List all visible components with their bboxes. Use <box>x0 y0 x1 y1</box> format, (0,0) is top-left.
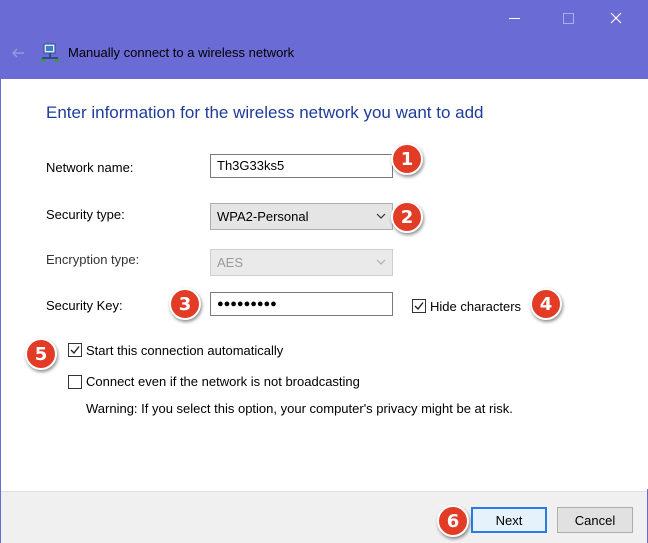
encryption-type-select: AES <box>210 249 393 276</box>
security-type-label: Security type: <box>46 207 125 222</box>
maximize-icon <box>562 12 574 24</box>
security-type-select[interactable]: WPA2-Personal <box>210 203 393 230</box>
marker-6: 6 <box>437 505 469 537</box>
encryption-type-value: AES <box>217 255 244 270</box>
network-name-label: Network name: <box>46 160 134 175</box>
start-automatically-checkbox[interactable] <box>68 343 82 357</box>
privacy-warning: Warning: If you select this option, your… <box>86 401 513 416</box>
connect-not-broadcasting-label[interactable]: Connect even if the network is not broad… <box>86 374 360 389</box>
content-area <box>2 79 648 489</box>
marker-3: 3 <box>169 288 201 320</box>
checkmark-icon <box>70 346 80 355</box>
back-arrow-icon[interactable] <box>9 44 27 62</box>
cancel-button[interactable]: Cancel <box>557 507 633 533</box>
button-bar <box>1 491 647 543</box>
hide-characters-label[interactable]: Hide characters <box>430 299 521 314</box>
security-key-label: Security Key: <box>46 298 123 313</box>
window-title: Manually connect to a wireless network <box>68 45 295 60</box>
minimize-button[interactable] <box>491 1 537 35</box>
marker-5: 5 <box>25 338 57 370</box>
marker-4: 4 <box>530 288 562 320</box>
minimize-icon <box>508 17 520 19</box>
dialog-window: Manually connect to a wireless network E… <box>0 0 648 543</box>
title-bar: Manually connect to a wireless network <box>1 1 647 79</box>
close-icon <box>610 12 622 24</box>
maximize-button[interactable] <box>545 1 591 35</box>
connect-not-broadcasting-checkbox[interactable] <box>68 375 82 389</box>
start-automatically-label[interactable]: Start this connection automatically <box>86 343 283 358</box>
network-icon <box>41 43 59 62</box>
marker-1: 1 <box>391 143 423 175</box>
chevron-down-icon <box>376 259 386 265</box>
close-button[interactable] <box>593 1 639 35</box>
network-name-input[interactable]: Th3G33ks5 <box>210 154 393 178</box>
next-button[interactable]: Next <box>471 507 547 533</box>
encryption-type-label: Encryption type: <box>46 252 140 267</box>
security-type-value: WPA2-Personal <box>217 209 309 224</box>
hide-characters-checkbox[interactable] <box>412 299 426 313</box>
chevron-down-icon <box>376 213 386 219</box>
page-heading: Enter information for the wireless netwo… <box>46 103 484 122</box>
marker-2: 2 <box>391 201 423 233</box>
security-key-input[interactable]: ●●●●●●●●● <box>210 292 393 316</box>
checkmark-icon <box>414 302 424 311</box>
